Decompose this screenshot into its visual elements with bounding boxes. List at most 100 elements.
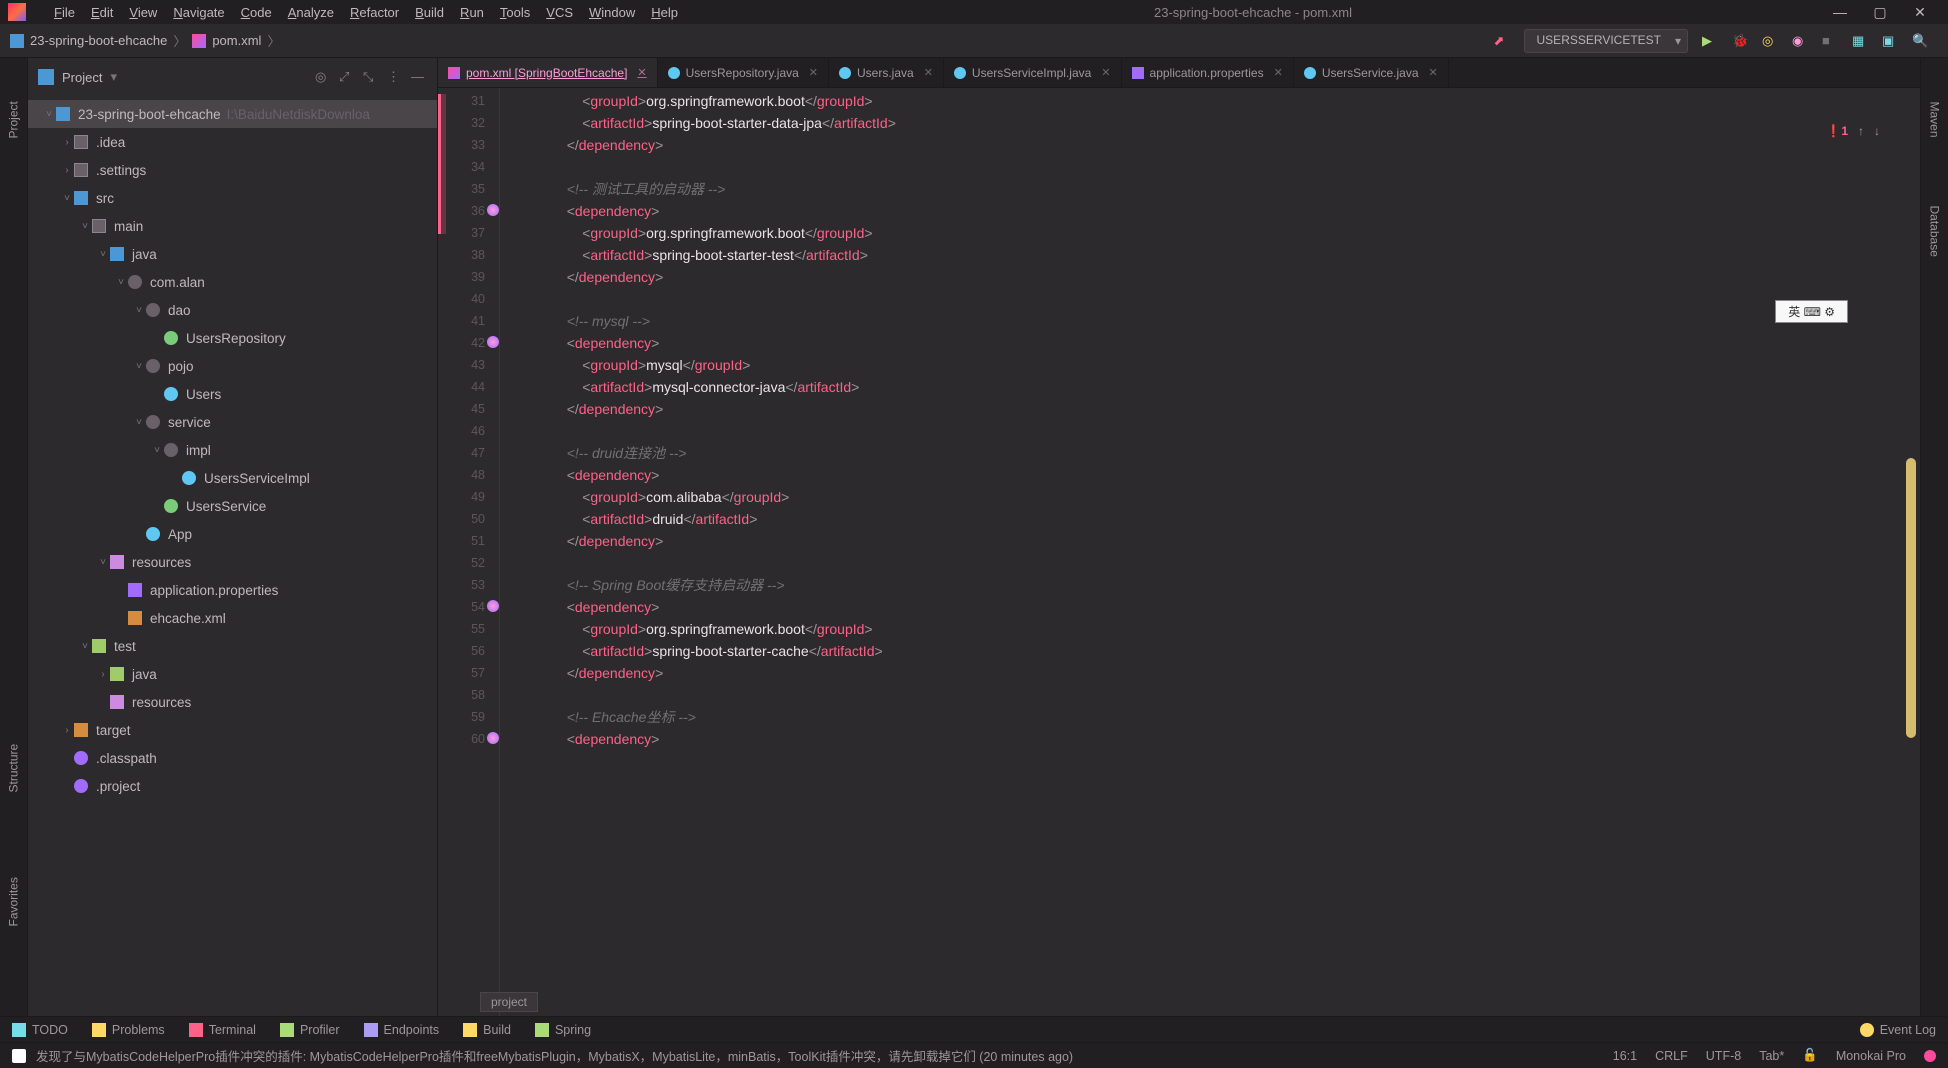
minimize-button[interactable]: — (1820, 4, 1860, 20)
menu-code[interactable]: Code (233, 5, 280, 20)
tree-item-usersrepository[interactable]: UsersRepository (28, 324, 437, 352)
file-encoding[interactable]: UTF-8 (1706, 1049, 1741, 1063)
tree-item--classpath[interactable]: .classpath (28, 744, 437, 772)
tree-item--settings[interactable]: ›.settings (28, 156, 437, 184)
tree-item-main[interactable]: ˅main (28, 212, 437, 240)
editor-tab[interactable]: pom.xml [SpringBootEhcache]✕ (438, 58, 658, 87)
build-icon[interactable]: ⬈ (1494, 33, 1510, 49)
coverage-icon[interactable]: ◎ (1762, 33, 1778, 49)
profile-icon[interactable]: ◉ (1792, 33, 1808, 49)
close-tab-icon[interactable]: ✕ (1101, 66, 1110, 79)
tool-tab-structure[interactable]: Structure (7, 766, 21, 793)
more-icon[interactable]: ⋮ (387, 69, 403, 85)
tree-item-src[interactable]: ˅src (28, 184, 437, 212)
menu-tools[interactable]: Tools (492, 5, 538, 20)
tool-tab-favorites[interactable]: Favorites (7, 900, 21, 927)
readonly-icon[interactable]: 🔓 (1802, 1048, 1818, 1063)
tool-tab-maven[interactable]: Maven (1928, 102, 1942, 129)
search-icon[interactable]: 🔍 (1912, 33, 1928, 49)
tree-item-application-properties[interactable]: application.properties (28, 576, 437, 604)
breadcrumb-project[interactable]: 23-spring-boot-ehcache (30, 33, 167, 48)
tree-item--idea[interactable]: ›.idea (28, 128, 437, 156)
tool-todo[interactable]: TODO (12, 1023, 68, 1037)
editor-breadcrumb[interactable]: project (480, 992, 538, 1012)
close-tab-icon[interactable]: ✕ (637, 66, 646, 79)
close-tab-icon[interactable]: ✕ (1429, 66, 1438, 79)
tool-problems[interactable]: Problems (92, 1023, 165, 1037)
close-tab-icon[interactable]: ✕ (924, 66, 933, 79)
expand-icon[interactable]: ⤢ (339, 69, 355, 85)
tool-terminal[interactable]: Terminal (189, 1023, 256, 1037)
scrollbar-thumb[interactable] (1906, 458, 1916, 738)
tree-item-test[interactable]: ˅test (28, 632, 437, 660)
error-badge[interactable]: ❗1 (1826, 124, 1848, 138)
prev-error-icon[interactable]: ↑ (1858, 124, 1864, 138)
collapse-icon[interactable]: ⤡ (363, 69, 379, 85)
menu-navigate[interactable]: Navigate (165, 5, 232, 20)
code-editor[interactable]: <groupId>org.springframework.boot</group… (500, 88, 1920, 1016)
event-log-button[interactable]: Event Log (1860, 1023, 1936, 1037)
menu-run[interactable]: Run (452, 5, 492, 20)
tree-item-java[interactable]: ›java (28, 660, 437, 688)
tree-item-service[interactable]: ˅service (28, 408, 437, 436)
menu-analyze[interactable]: Analyze (280, 5, 342, 20)
tree-item-users[interactable]: Users (28, 380, 437, 408)
debug-icon[interactable]: 🐞 (1732, 33, 1748, 49)
tool-tab-database[interactable]: Database (1928, 206, 1942, 233)
chevron-down-icon[interactable]: ▾ (110, 69, 117, 85)
tree-item-target[interactable]: ›target (28, 716, 437, 744)
notification-icon[interactable] (12, 1049, 26, 1063)
tree-item-java[interactable]: ˅java (28, 240, 437, 268)
editor-tab[interactable]: Users.java✕ (829, 58, 944, 87)
hide-icon[interactable]: — (411, 69, 427, 85)
ime-indicator[interactable]: 英 ⌨ ⚙ (1775, 300, 1848, 323)
tree-item-usersservice[interactable]: UsersService (28, 492, 437, 520)
editor-tab[interactable]: application.properties✕ (1122, 58, 1294, 87)
menu-refactor[interactable]: Refactor (342, 5, 407, 20)
tree-item-app[interactable]: App (28, 520, 437, 548)
tree-item-resources[interactable]: resources (28, 688, 437, 716)
menu-build[interactable]: Build (407, 5, 452, 20)
tree-item-dao[interactable]: ˅dao (28, 296, 437, 324)
git-icon[interactable]: ▣ (1882, 33, 1898, 49)
tree-item--project[interactable]: .project (28, 772, 437, 800)
close-button[interactable]: ✕ (1900, 4, 1940, 21)
editor-tab[interactable]: UsersService.java✕ (1294, 58, 1449, 87)
run-configuration-select[interactable]: USERSSERVICETEST (1524, 29, 1688, 53)
line-separator[interactable]: CRLF (1655, 1049, 1688, 1063)
tool-build[interactable]: Build (463, 1023, 511, 1037)
intellij-logo-icon[interactable] (8, 3, 26, 21)
maximize-button[interactable]: ▢ (1860, 4, 1900, 21)
next-error-icon[interactable]: ↓ (1874, 124, 1880, 138)
tree-item-23-spring-boot-ehcache[interactable]: ˅23-spring-boot-ehcacheI:\BaiduNetdiskDo… (28, 100, 437, 128)
caret-position[interactable]: 16:1 (1613, 1049, 1637, 1063)
locate-icon[interactable]: ◎ (315, 69, 331, 85)
breadcrumb-file[interactable]: pom.xml (212, 33, 261, 48)
editor-tab[interactable]: UsersRepository.java✕ (658, 58, 829, 87)
menu-edit[interactable]: Edit (83, 5, 121, 20)
project-tree[interactable]: ˅23-spring-boot-ehcacheI:\BaiduNetdiskDo… (28, 96, 437, 1016)
editor-tab[interactable]: UsersServiceImpl.java✕ (944, 58, 1122, 87)
close-tab-icon[interactable]: ✕ (1274, 66, 1283, 79)
theme-label[interactable]: Monokai Pro (1836, 1049, 1906, 1063)
close-tab-icon[interactable]: ✕ (809, 66, 818, 79)
tree-item-com-alan[interactable]: ˅com.alan (28, 268, 437, 296)
tree-item-resources[interactable]: ˅resources (28, 548, 437, 576)
menu-view[interactable]: View (121, 5, 165, 20)
indent-config[interactable]: Tab* (1759, 1049, 1784, 1063)
breadcrumb[interactable]: 23-spring-boot-ehcache 〉 pom.xml 〉 (10, 31, 280, 50)
tool-spring[interactable]: Spring (535, 1023, 591, 1037)
tree-item-impl[interactable]: ˅impl (28, 436, 437, 464)
tool-tab-project[interactable]: Project (7, 112, 21, 139)
tool-endpoints[interactable]: Endpoints (364, 1023, 440, 1037)
menu-window[interactable]: Window (581, 5, 643, 20)
layout-icon[interactable]: ▦ (1852, 33, 1868, 49)
tree-item-pojo[interactable]: ˅pojo (28, 352, 437, 380)
menu-file[interactable]: File (46, 5, 83, 20)
gutter[interactable]: 3132333435363738394041424344454647484950… (438, 88, 500, 1016)
run-icon[interactable]: ▶ (1702, 33, 1718, 49)
tool-profiler[interactable]: Profiler (280, 1023, 340, 1037)
stop-icon[interactable]: ■ (1822, 33, 1838, 49)
tree-item-usersserviceimpl[interactable]: UsersServiceImpl (28, 464, 437, 492)
tree-item-ehcache-xml[interactable]: ehcache.xml (28, 604, 437, 632)
